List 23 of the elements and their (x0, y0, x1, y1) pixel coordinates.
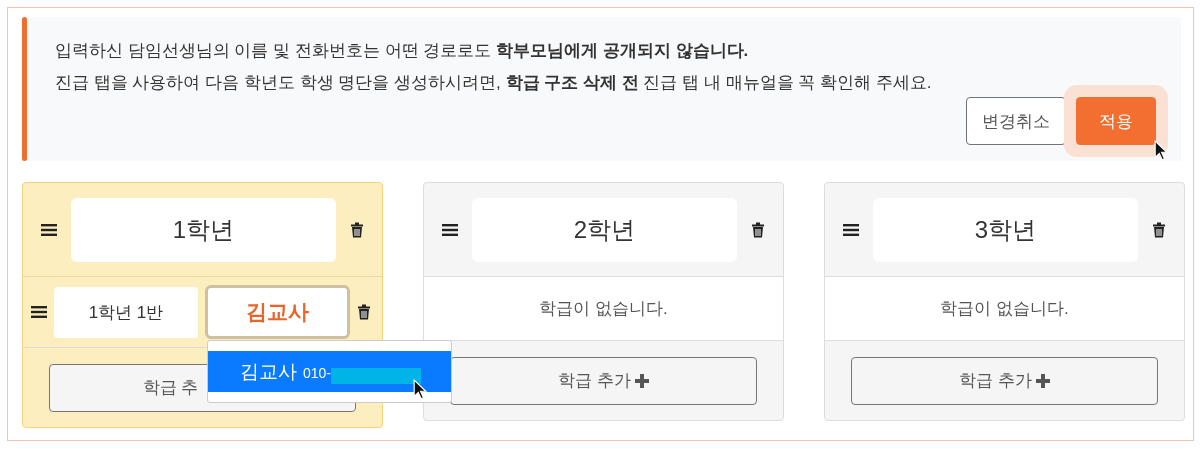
grade-name-field[interactable]: 1학년 (71, 197, 336, 262)
notice-text: 입력하신 담임선생님의 이름 및 전화번호는 어떤 경로로도 학부모님에게 공개되지 않습니다. (55, 40, 750, 62)
cancel-button[interactable]: 변경취소 (966, 97, 1066, 145)
class-name-field[interactable]: 1학년 1반 (54, 286, 198, 338)
dropdown-option[interactable]: 김교사 010- (208, 351, 451, 392)
cursor-icon (413, 379, 427, 400)
trash-icon[interactable] (350, 221, 364, 238)
drag-handle-icon[interactable] (31, 305, 47, 319)
add-class-button[interactable]: 학급 추가 (851, 356, 1158, 405)
drag-handle-icon[interactable] (843, 222, 859, 237)
drag-handle-icon[interactable] (41, 222, 57, 237)
trash-icon[interactable] (357, 304, 371, 320)
drag-handle-icon[interactable] (442, 222, 458, 237)
plus-icon (1035, 373, 1050, 388)
plus-icon (634, 373, 649, 388)
trash-icon[interactable] (751, 221, 765, 238)
grade-name-field[interactable]: 3학년 (873, 197, 1138, 262)
add-class-button[interactable]: 학급 추가 (450, 356, 757, 405)
grade-name-field[interactable]: 2학년 (472, 197, 737, 262)
empty-message: 학급이 없습니다. (940, 298, 1069, 320)
notice-text: 진급 탭을 사용하여 다음 학년도 학생 명단을 생성하시려면, 학급 구조 삭제 전 진급 탭 내 매뉴얼을 꼭 확인해 주세요. (55, 72, 933, 94)
trash-icon[interactable] (1152, 221, 1166, 238)
empty-message: 학급이 없습니다. (539, 298, 668, 320)
